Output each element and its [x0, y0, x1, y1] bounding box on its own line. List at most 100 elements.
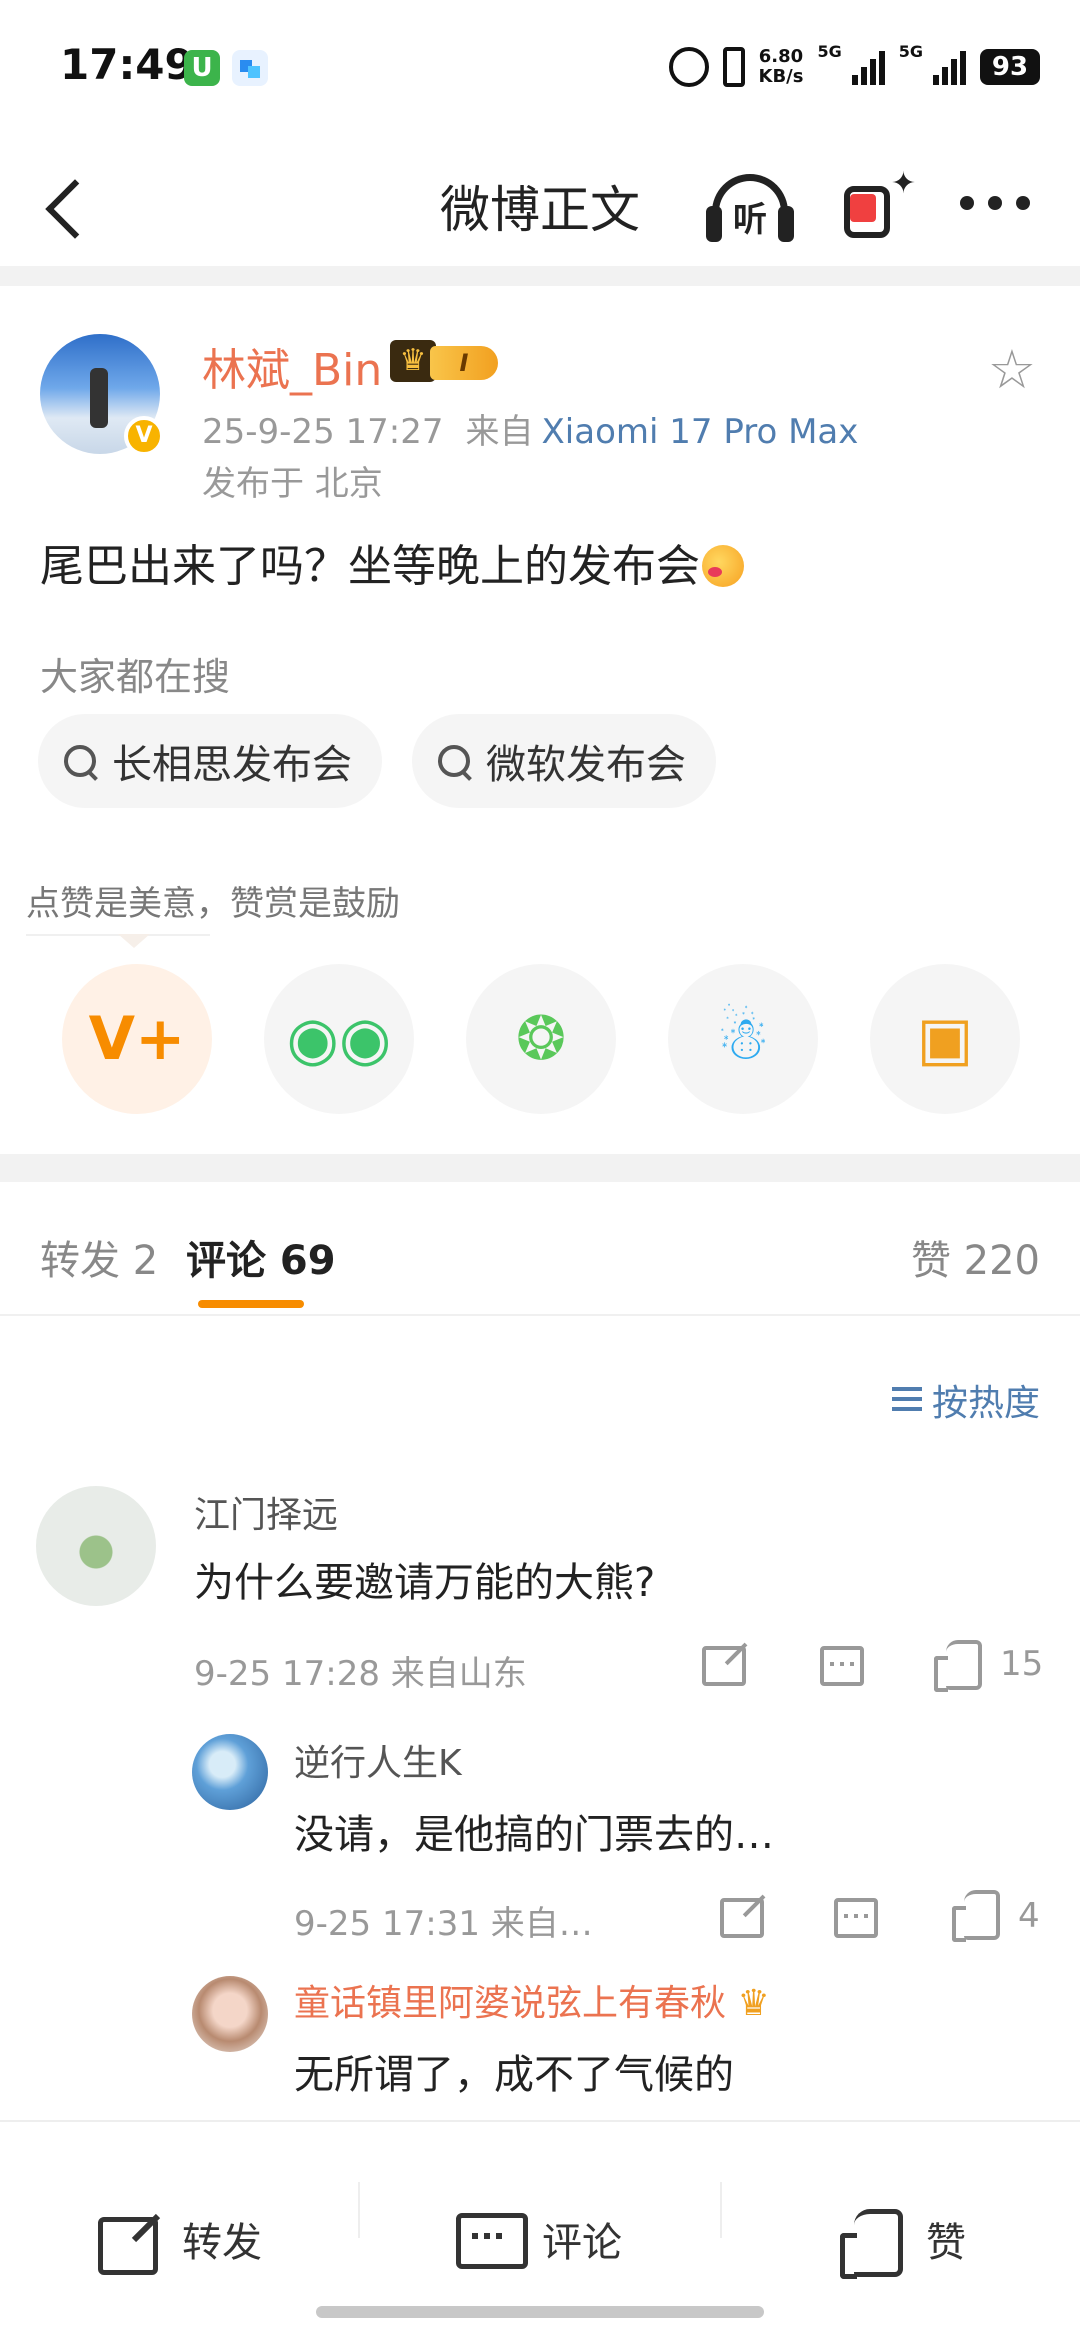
- sparkle-icon: ✦: [890, 166, 916, 201]
- tab-repost[interactable]: 转发 2: [40, 1228, 158, 1286]
- like-button[interactable]: 赞: [840, 2204, 966, 2279]
- tab-comments[interactable]: 评论 69: [186, 1228, 336, 1286]
- reply-icon[interactable]: [834, 1898, 878, 1938]
- author-name[interactable]: 林斌_Bin: [202, 334, 382, 398]
- like-label: 赞: [926, 2220, 966, 2266]
- comment-button[interactable]: 评论: [456, 2204, 622, 2274]
- repost-label: 转发: [182, 2220, 262, 2266]
- hot-search-tag-text: 微软发布会: [486, 742, 686, 788]
- active-tab-indicator: [198, 1300, 304, 1308]
- replier-avatar[interactable]: [192, 1976, 268, 2052]
- signal-icon: [851, 49, 885, 85]
- tip-arrow: [118, 934, 150, 948]
- like-count: 4: [1018, 1896, 1040, 1936]
- thumbs-up-icon: [840, 2209, 904, 2279]
- hot-search-tag[interactable]: 长相思发布会: [38, 714, 382, 808]
- reward-v-icon: V+: [88, 1004, 186, 1074]
- reply-text: 无所谓了，成不了气候的: [294, 2052, 734, 2098]
- moments-icon: ❂: [515, 1004, 567, 1074]
- commenter-avatar[interactable]: [36, 1486, 156, 1606]
- sort-label: 按热度: [931, 1383, 1040, 1424]
- avatar-figure: [90, 368, 108, 428]
- reply-meta: 9-25 17:31 来自…: [294, 1904, 593, 1944]
- wechat-icon: ◉◉: [286, 1004, 392, 1074]
- search-icon: [436, 743, 472, 779]
- vibrate-icon: [722, 47, 745, 87]
- signal-icon-2: [933, 49, 966, 85]
- author-avatar[interactable]: V: [40, 334, 164, 456]
- source-device-link[interactable]: Xiaomi 17 Pro Max: [542, 412, 859, 452]
- save-image-button[interactable]: ▣: [870, 964, 1020, 1114]
- headphones-left-ear: [706, 206, 722, 242]
- alarm-icon: [668, 47, 709, 87]
- comment-label: 评论: [542, 2220, 622, 2266]
- divider: [358, 2182, 360, 2238]
- search-icon: [62, 743, 98, 779]
- replier-name[interactable]: 童话镇里阿婆说弦上有春秋 ♛: [294, 1974, 770, 2026]
- save-image-icon: ▣: [916, 1004, 974, 1074]
- post-location: 发布于 北京: [202, 464, 383, 504]
- listen-label: 听: [733, 200, 767, 240]
- repost-icon[interactable]: [702, 1646, 746, 1686]
- reply-icon[interactable]: [820, 1646, 864, 1686]
- gift-red-fill: [850, 194, 876, 222]
- tab-likes[interactable]: 赞 220: [911, 1228, 1040, 1286]
- sort-icon: [891, 1385, 926, 1415]
- share-wechat-button[interactable]: ◉◉: [264, 964, 414, 1114]
- post-date: 25-9-25 17:27: [202, 412, 444, 452]
- commenter-name[interactable]: 江门择远: [194, 1486, 338, 1538]
- badge-level: I: [430, 346, 498, 380]
- headphones-listen-icon[interactable]: 听: [706, 166, 794, 246]
- vip-crown-icon: ♛: [737, 1983, 770, 2024]
- qq-icon: ☃: [716, 1004, 770, 1074]
- post-meta: 25-9-25 17:27 来自 Xiaomi 17 Pro Max: [202, 404, 858, 453]
- repost-icon: [96, 2209, 160, 2275]
- headphones-right-ear: [778, 206, 794, 242]
- status-bar: 17:49 U 6.80 KB/s 5G 5G 93: [0, 0, 1080, 140]
- sort-by-hot-button[interactable]: 按热度: [891, 1374, 1040, 1426]
- source-label: 来自: [465, 412, 534, 452]
- like-icon[interactable]: [934, 1640, 982, 1692]
- vip-crown-badge[interactable]: ♛ I: [390, 338, 510, 386]
- post-body: 尾巴出来了吗？坐等晚上的发布会: [40, 530, 744, 594]
- app-notification-icon-2: [232, 50, 268, 86]
- top-nav-bar: 微博正文 听 ✦: [0, 140, 1080, 266]
- verified-badge-icon: V: [124, 416, 164, 456]
- network-speed: 6.80 KB/s: [759, 47, 804, 87]
- post-text: 尾巴出来了吗？坐等晚上的发布会: [40, 541, 700, 592]
- favorite-star-icon[interactable]: ☆: [984, 342, 1040, 398]
- divider: [0, 1154, 1080, 1182]
- hot-search-label: 大家都在搜: [40, 655, 231, 699]
- sim1-5g-label: 5G: [817, 42, 842, 61]
- comment-meta: 9-25 17:28 来自山东: [194, 1654, 527, 1694]
- gift-sparkle-icon[interactable]: ✦: [836, 166, 916, 246]
- sim2-5g-label: 5G: [898, 42, 923, 61]
- replier-name-text: 童话镇里阿婆说弦上有春秋: [294, 1983, 727, 2024]
- more-dots-icon[interactable]: [960, 196, 1030, 216]
- replier-avatar[interactable]: [192, 1734, 268, 1810]
- status-right: 6.80 KB/s 5G 5G 93: [668, 42, 1040, 92]
- reward-button[interactable]: V+: [62, 964, 212, 1114]
- comment-text: 为什么要邀请万能的大熊?: [194, 1560, 656, 1606]
- replier-name[interactable]: 逆行人生K: [294, 1734, 462, 1786]
- app-notification-icon: U: [184, 50, 220, 86]
- like-count: 15: [1000, 1644, 1044, 1684]
- like-icon[interactable]: [952, 1890, 1000, 1942]
- comment-icon: [456, 2209, 528, 2269]
- network-speed-unit: KB/s: [758, 66, 804, 87]
- post-tabs: 转发 2 评论 69 赞 220: [0, 1182, 1080, 1316]
- status-time: 17:49: [60, 40, 194, 89]
- home-indicator[interactable]: [316, 2306, 764, 2318]
- network-speed-value: 6.80: [758, 46, 804, 67]
- share-moments-button[interactable]: ❂: [466, 964, 616, 1114]
- hot-search-tag-text: 长相思发布会: [112, 742, 352, 788]
- hot-search-tag[interactable]: 微软发布会: [412, 714, 716, 808]
- repost-icon[interactable]: [720, 1898, 764, 1938]
- battery-icon: 93: [980, 49, 1040, 85]
- reward-tip: 点赞是美意，赞赏是鼓励: [26, 884, 400, 924]
- share-qq-button[interactable]: ☃: [668, 964, 818, 1114]
- repost-button[interactable]: 转发: [96, 2204, 262, 2275]
- divider: [720, 2182, 722, 2238]
- page-title: 微博正文: [440, 181, 640, 239]
- reply-text: 没请，是他搞的门票去的…: [294, 1812, 774, 1858]
